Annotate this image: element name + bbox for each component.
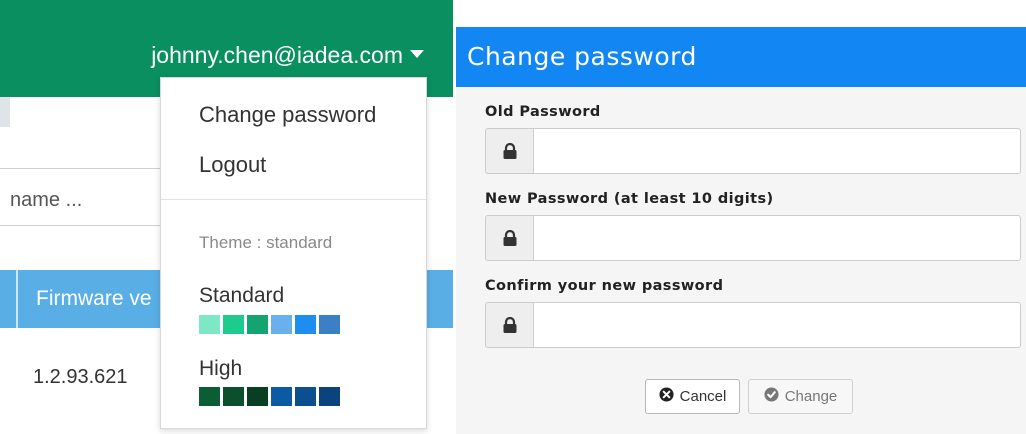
color-swatch: [247, 387, 268, 406]
change-button-label: Change: [784, 388, 838, 405]
color-swatch: [319, 315, 340, 334]
change-password-dialog: Change password Old Password New Passwor…: [456, 27, 1026, 434]
app-panel: johnny.chen@iadea.com Firmware ve 1.2.93…: [0, 0, 453, 434]
confirm-password-label: Confirm your new password: [485, 278, 724, 294]
cancel-button[interactable]: Cancel: [645, 379, 740, 414]
color-swatch: [271, 315, 292, 334]
check-circle-icon: [764, 387, 779, 406]
old-password-field[interactable]: [533, 128, 1021, 174]
table-cell-firmware: 1.2.93.621: [33, 366, 128, 388]
column-header-firmware[interactable]: Firmware ve: [36, 287, 152, 311]
color-swatch: [295, 315, 316, 334]
lock-icon: [485, 128, 533, 174]
theme-label: Theme : standard: [199, 233, 333, 252]
change-button[interactable]: Change: [748, 379, 853, 414]
confirm-password-group: [485, 302, 1021, 348]
menu-item-change-password[interactable]: Change password: [199, 102, 376, 128]
toolbar-strip: [0, 97, 10, 127]
color-swatch: [271, 387, 292, 406]
color-swatch: [223, 315, 244, 334]
color-swatch: [319, 387, 340, 406]
user-dropdown-menu: Change password Logout Theme : standard …: [160, 77, 427, 429]
color-swatch: [199, 387, 220, 406]
user-menu-toggle[interactable]: johnny.chen@iadea.com: [151, 40, 403, 70]
menu-item-logout[interactable]: Logout: [199, 152, 266, 178]
color-swatch: [295, 387, 316, 406]
times-circle-icon: [659, 387, 674, 406]
old-password-group: [485, 128, 1021, 174]
caret-down-icon[interactable]: [410, 50, 424, 58]
lock-icon: [485, 302, 533, 348]
color-swatch: [199, 315, 220, 334]
column-divider[interactable]: [16, 270, 18, 328]
lock-icon: [485, 215, 533, 261]
old-password-label: Old Password: [485, 104, 601, 120]
dialog-title: Change password: [467, 42, 697, 71]
search-input[interactable]: [10, 185, 160, 215]
dialog-header: Change password: [456, 27, 1026, 87]
confirm-password-field[interactable]: [533, 302, 1021, 348]
cancel-button-label: Cancel: [679, 388, 727, 405]
color-swatch: [223, 387, 244, 406]
new-password-field[interactable]: [533, 215, 1021, 261]
theme-swatches-high[interactable]: [199, 387, 340, 406]
menu-divider: [161, 199, 426, 200]
theme-option-high[interactable]: High: [199, 357, 242, 381]
new-password-group: [485, 215, 1021, 261]
theme-option-standard[interactable]: Standard: [199, 284, 284, 308]
new-password-label: New Password (at least 10 digits): [485, 191, 774, 207]
color-swatch: [247, 315, 268, 334]
theme-swatches-standard[interactable]: [199, 315, 340, 334]
